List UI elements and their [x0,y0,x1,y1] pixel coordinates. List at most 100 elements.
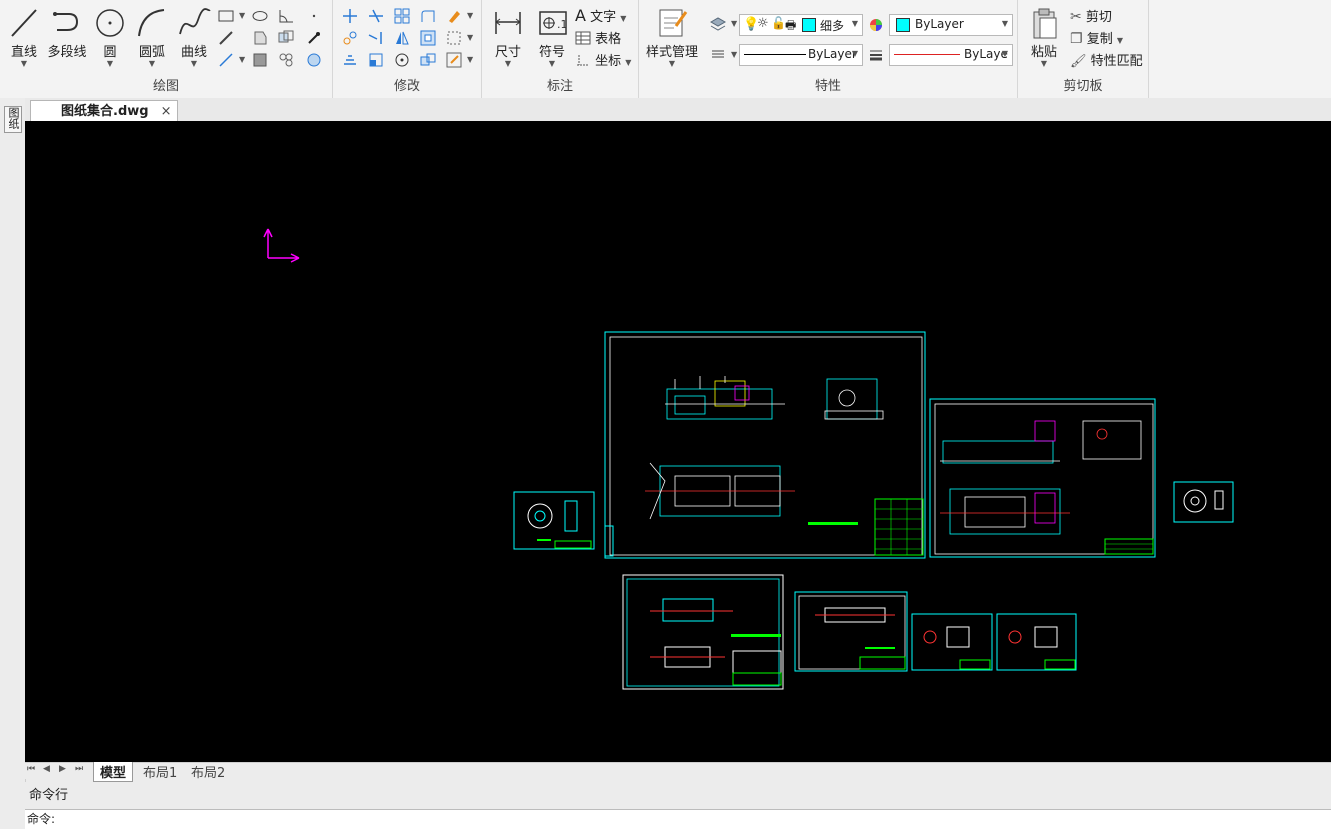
fillet-tool[interactable] [419,7,437,25]
scale-tool[interactable] [367,51,385,69]
rectangle-icon [218,10,234,22]
circle-button[interactable]: 圆 ▼ [88,6,132,68]
region-icon [254,31,267,45]
curve-button[interactable]: 曲线 ▼ [172,6,216,68]
lineweight-combo[interactable]: ByLaye ▼ [889,44,1013,66]
array-tool[interactable] [393,7,411,25]
construction-line-tool[interactable] [217,29,235,47]
symbol-button[interactable]: .1 符号 ▼ [530,6,574,68]
chevron-down-icon[interactable]: ▼ [467,33,473,42]
chevron-down-icon[interactable]: ▼ [731,19,737,28]
document-tab-title: 图纸集合.dwg [61,104,149,119]
hatch-icon [253,53,267,67]
arc-icon [138,9,165,37]
copy-label: 复制 [1086,32,1113,47]
paste-button[interactable]: 粘贴 ▼ [1022,6,1066,68]
drawing-sheet-left [513,491,595,550]
layers-icon [709,17,727,31]
ellipse-tool[interactable] [251,7,269,25]
chevron-down-icon[interactable]: ▼ [731,50,737,59]
gradient-tool[interactable] [277,51,295,69]
color-wheel-tool[interactable] [867,16,885,34]
ucs-icon [263,228,300,263]
explode-tool[interactable] [445,29,463,47]
match-properties-button[interactable]: 🖌 特性匹配 [1070,50,1143,69]
erase-tool[interactable] [445,7,463,25]
dimension-button[interactable]: 尺寸 ▼ [486,6,530,68]
move-tool[interactable] [341,7,359,25]
ray-tool[interactable] [217,51,235,69]
tab-model[interactable]: 模型 [93,762,134,782]
dimension-label: 尺寸 [494,45,521,60]
properties-group: 样式管理 ▼ ▼ 💡 ☼ 🔓 🖶 细多 ▼ ByLayer ▼ ▼ ByLaye… [639,0,1018,98]
hatch-tool[interactable] [251,51,269,69]
tab-layout2[interactable]: 布局2 [187,762,229,781]
move-icon [343,9,357,23]
draw-group-label: 绘图 [152,79,179,94]
chevron-down-icon[interactable]: ▼ [239,11,245,20]
drawing-sheet-far-right [1173,481,1234,523]
line-icon [11,9,37,37]
rotate-icon [395,53,409,67]
rectangle-tool[interactable] [217,7,235,25]
color-combo[interactable]: ByLayer ▼ [889,14,1013,36]
pick-point-tool[interactable] [305,29,323,47]
angle-tool[interactable] [277,7,295,25]
chevron-down-icon[interactable]: ▼ [239,55,245,64]
tab-layout1[interactable]: 布局1 [139,762,181,781]
list-icon [712,50,724,58]
layer-manager-tool[interactable] [709,15,727,33]
chevron-down-icon[interactable]: ▼ [467,11,473,20]
chevron-down-icon: ▼ [106,59,114,68]
last-layout-icon[interactable]: ⏭ [75,764,83,774]
join-tool[interactable] [419,51,437,69]
offset-icon [420,30,436,46]
copy-button[interactable]: ❐ 复制 ▼ [1070,28,1123,47]
command-input[interactable]: 命令: [25,809,1331,829]
copy-object-icon [343,31,357,45]
arc-button[interactable]: 圆弧 ▼ [130,6,174,68]
block-icon [278,30,294,43]
side-tab-drawings[interactable]: 图纸 [4,106,22,133]
chevron-down-icon[interactable]: ▼ [467,55,473,64]
point-tool[interactable] [305,7,323,25]
close-icon[interactable]: × [161,104,172,119]
cut-button[interactable]: ✂ 剪切 [1070,6,1112,25]
paste-label: 粘贴 [1030,45,1057,60]
extend-tool[interactable] [367,29,385,47]
trim-tool[interactable] [367,7,385,25]
edit-tool[interactable] [445,51,463,69]
linetype-combo[interactable]: ByLayer ▼ [739,44,863,66]
stretch-tool[interactable] [341,51,359,69]
ribbon: 直线 ▼ 多段线 圆 ▼ 圆弧 ▼ 曲线 ▼ ▼ ▼ 绘图 ▼ ▼ ▼ 修改 尺… [0,0,1331,99]
mirror-tool[interactable] [393,29,411,47]
lock-icon: 🔓 [771,16,786,30]
table-button[interactable]: 表格 [575,28,621,47]
next-layout-icon[interactable]: ▶ [59,764,66,774]
drawing-canvas[interactable] [25,121,1331,762]
line-button[interactable]: 直线 ▼ [2,6,46,68]
chevron-down-icon: ▼ [190,59,198,68]
block-tool[interactable] [277,29,295,47]
linetype-list-tool[interactable] [709,45,727,63]
boundary-tool[interactable] [305,51,323,69]
text-button[interactable]: A 文字 ▼ [575,6,626,25]
document-tab[interactable]: 图纸集合.dwg × [30,100,179,122]
rotate-tool[interactable] [393,51,411,69]
copy-object-tool[interactable] [341,29,359,47]
lineweight-tool[interactable] [867,46,885,64]
polyline-button[interactable]: 多段线 [45,6,89,60]
text-icon: A [575,6,586,25]
first-layout-icon[interactable]: ⏮ [27,764,35,774]
polyline-icon [53,12,79,31]
text-label: 文字 [590,10,617,25]
chevron-down-icon: ▼ [1116,36,1124,45]
offset-tool[interactable] [419,29,437,47]
layer-combo[interactable]: 💡 ☼ 🔓 🖶 细多 ▼ [739,14,863,36]
prev-layout-icon[interactable]: ◀ [43,764,50,774]
region-tool[interactable] [251,29,269,47]
coordinate-button[interactable]: 坐标 ▼ [575,50,631,69]
side-panel: 图纸 [0,98,26,828]
join-icon [420,53,436,66]
style-manager-button[interactable]: 样式管理 ▼ [645,6,699,68]
